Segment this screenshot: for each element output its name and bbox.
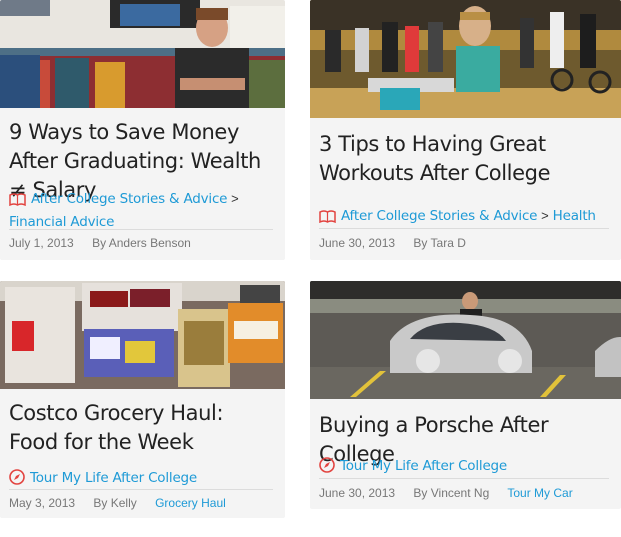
post-categories: Tour My Life After College bbox=[9, 467, 277, 490]
post-author: By Kelly bbox=[93, 496, 137, 510]
category-link[interactable]: Tour My Life After College bbox=[340, 458, 507, 474]
man-on-couch-photo[interactable] bbox=[0, 0, 285, 108]
book-icon bbox=[319, 208, 336, 228]
breadcrumb-separator: > bbox=[231, 191, 239, 206]
spin-class-photo[interactable] bbox=[310, 0, 621, 118]
category-link[interactable]: Financial Advice bbox=[9, 214, 114, 230]
tag-link[interactable]: Tour My Car bbox=[507, 486, 572, 500]
post-title[interactable]: Costco Grocery Haul: Food for the Week bbox=[9, 399, 277, 457]
post-meta: June 30, 2013 By Vincent Ng Tour My Car bbox=[319, 486, 613, 500]
post-date: May 3, 2013 bbox=[9, 496, 76, 510]
post-date: June 30, 2013 bbox=[319, 486, 396, 500]
category-link[interactable]: Health bbox=[553, 208, 596, 224]
groceries-photo[interactable] bbox=[0, 281, 285, 389]
post-author: By Anders Benson bbox=[92, 236, 191, 250]
post-date: July 1, 2013 bbox=[9, 236, 74, 250]
post-categories: After College Stories & Advice > Health bbox=[319, 205, 613, 228]
post-author: By Tara D bbox=[413, 236, 466, 250]
post-date: June 30, 2013 bbox=[319, 236, 396, 250]
breadcrumb-separator: > bbox=[541, 208, 549, 223]
post-meta: July 1, 2013 By Anders Benson bbox=[9, 236, 277, 250]
post-card: 9 Ways to Save Money After Graduating: W… bbox=[0, 0, 285, 260]
book-icon bbox=[9, 191, 26, 211]
post-meta: May 3, 2013 By Kelly Grocery Haul bbox=[9, 496, 277, 510]
post-card: Costco Grocery Haul: Food for the Week T… bbox=[0, 281, 285, 518]
post-card: Buying a Porsche After College Tour My L… bbox=[310, 281, 621, 509]
post-meta: June 30, 2013 By Tara D bbox=[319, 236, 613, 250]
compass-icon bbox=[319, 457, 335, 478]
silver-porsche-photo[interactable] bbox=[310, 281, 621, 399]
post-categories: After College Stories & Advice > Financi… bbox=[9, 188, 277, 232]
category-link[interactable]: After College Stories & Advice bbox=[31, 191, 227, 207]
tag-link[interactable]: Grocery Haul bbox=[155, 496, 226, 510]
post-author: By Vincent Ng bbox=[413, 486, 490, 500]
post-categories: Tour My Life After College bbox=[319, 455, 613, 478]
post-title[interactable]: 3 Tips to Having Great Workouts After Co… bbox=[319, 130, 613, 188]
divider bbox=[319, 228, 609, 229]
category-link[interactable]: Tour My Life After College bbox=[30, 470, 197, 486]
post-card: 3 Tips to Having Great Workouts After Co… bbox=[310, 0, 621, 260]
category-link[interactable]: After College Stories & Advice bbox=[341, 208, 537, 224]
divider bbox=[319, 478, 609, 479]
compass-icon bbox=[9, 469, 25, 490]
divider bbox=[9, 229, 273, 230]
divider bbox=[9, 489, 273, 490]
